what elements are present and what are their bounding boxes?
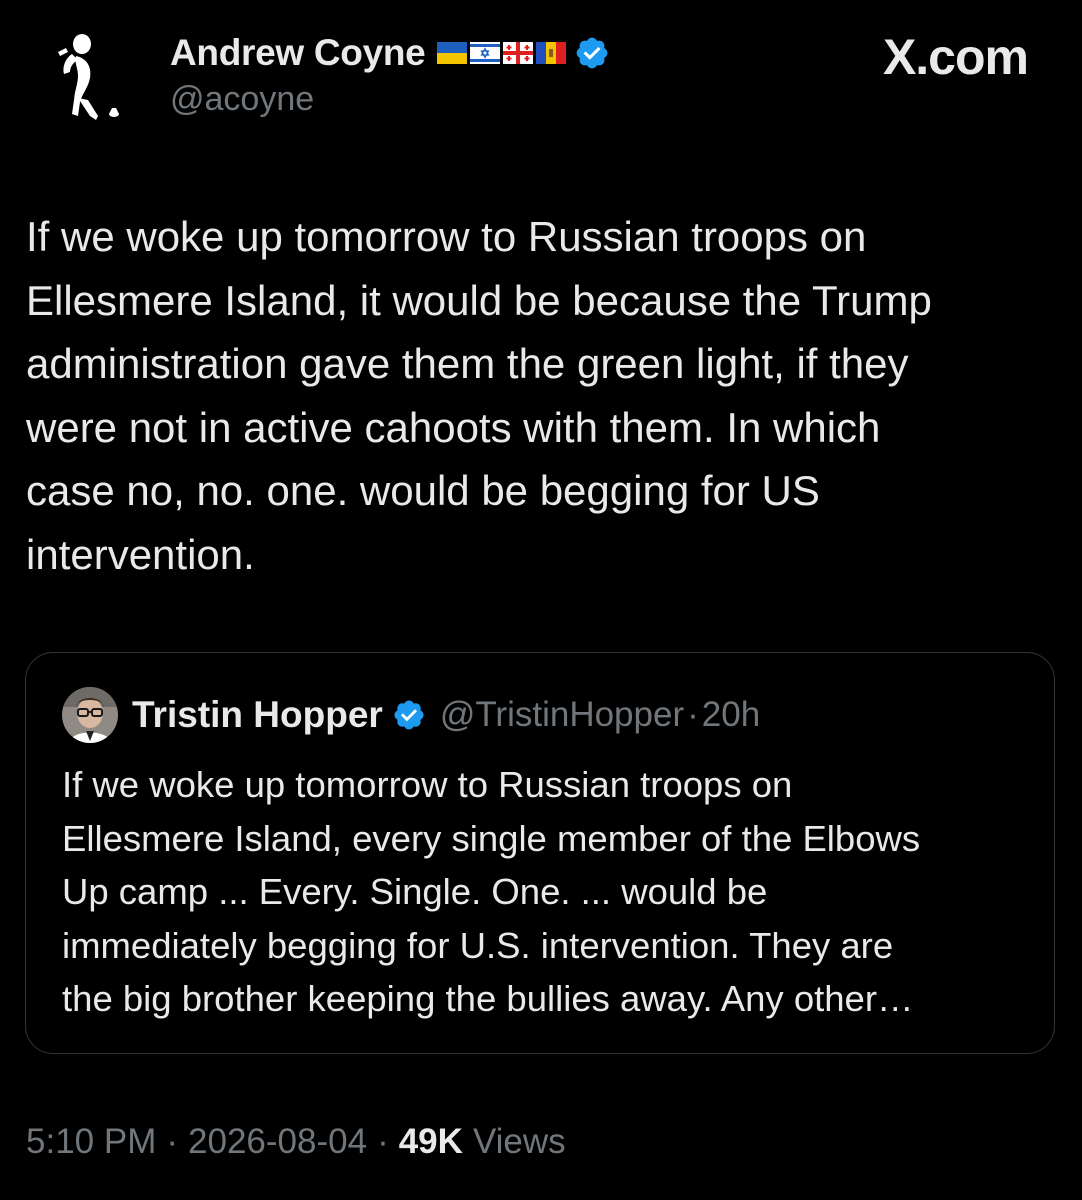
- quoted-verified-badge-icon: [394, 700, 424, 730]
- ukraine-flag-icon: [437, 42, 468, 64]
- moldova-flag-icon: [536, 42, 567, 64]
- meta-separator: ·: [377, 1122, 389, 1161]
- quoted-author-name[interactable]: Tristin Hopper: [132, 694, 383, 736]
- quoted-tweet-text: If we woke up tomorrow to Russian troops…: [62, 764, 921, 1019]
- author-name[interactable]: Andrew Coyne: [170, 32, 426, 74]
- tweet-time[interactable]: 5:10 PM: [26, 1122, 156, 1162]
- tweet-meta: 5:10 PM · 2026-08-04 · 49K Views: [26, 1122, 566, 1162]
- quoted-separator: ·: [687, 695, 699, 734]
- views-label: Views: [472, 1122, 566, 1161]
- tweet-text: If we woke up tomorrow to Russian troops…: [26, 213, 932, 578]
- quoted-author-avatar[interactable]: [62, 687, 118, 743]
- author-avatar[interactable]: [52, 28, 142, 128]
- tweet-date[interactable]: 2026-08-04: [188, 1122, 367, 1162]
- quoted-author-handle[interactable]: @TristinHopper: [440, 695, 684, 735]
- quoted-tweet-header: Tristin Hopper @TristinHopper · 20h: [62, 687, 760, 743]
- brand-logo: X.com: [882, 29, 1029, 85]
- author-info: Andrew Coyne @acoyne: [170, 30, 610, 119]
- quoted-tweet[interactable]: Tristin Hopper @TristinHopper · 20h If w…: [25, 652, 1055, 1054]
- georgia-flag-icon: [503, 42, 534, 64]
- author-flags: [437, 42, 567, 64]
- israel-flag-icon: [470, 42, 501, 64]
- meta-separator: ·: [166, 1122, 179, 1161]
- verified-badge-icon: [577, 37, 608, 69]
- views-count[interactable]: 49K: [399, 1122, 463, 1162]
- quoted-timestamp[interactable]: 20h: [702, 695, 760, 735]
- author-name-row: Andrew Coyne: [170, 30, 610, 76]
- author-handle[interactable]: @acoyne: [170, 80, 610, 119]
